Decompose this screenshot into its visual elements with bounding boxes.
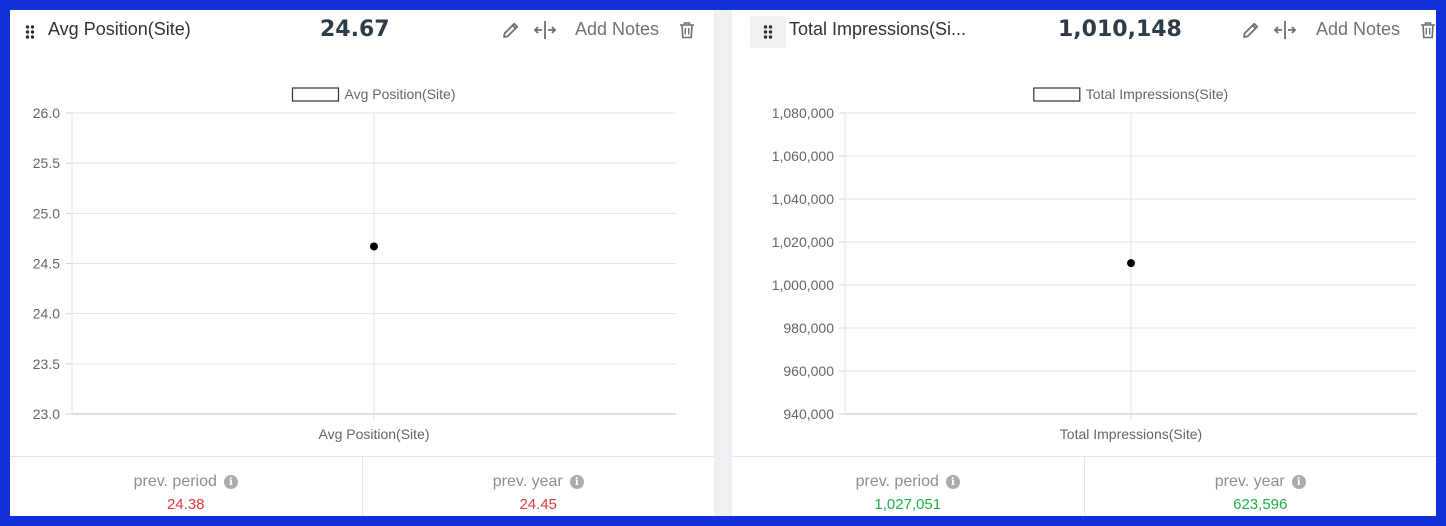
y-tick-label: 23.0 <box>33 406 60 422</box>
move-arrows-icon <box>1273 21 1297 39</box>
move-button[interactable] <box>1273 18 1297 42</box>
y-tick-label: 24.5 <box>33 256 60 272</box>
comparison-value: 1,027,051 <box>874 496 942 513</box>
delete-button[interactable] <box>1416 18 1436 42</box>
y-tick-label: 1,000,000 <box>772 277 834 293</box>
comparison-label: prev. year <box>492 473 563 490</box>
x-tick-label: Avg Position(Site) <box>318 426 429 442</box>
y-tick-label: 24.0 <box>33 306 60 322</box>
comparison-prev-period: prev. period i 1,027,051 <box>732 457 1084 516</box>
y-tick-label: 1,060,000 <box>772 148 834 164</box>
edit-button[interactable] <box>499 18 523 42</box>
delete-button[interactable] <box>675 18 699 42</box>
widget-footer: prev. period i 24.38 prev. year i 24.45 <box>10 456 714 516</box>
comparison-label: prev. year <box>1214 473 1285 490</box>
data-point <box>1127 259 1135 268</box>
info-icon[interactable]: i <box>945 475 960 489</box>
legend-label: Avg Position(Site) <box>344 86 455 102</box>
drag-dots-icon <box>763 25 773 39</box>
widget-header: Avg Position(Site) 24.67 Add Notes <box>10 10 714 48</box>
widget-header: Total Impressions(Si... 1,010,148 Add No… <box>732 10 1436 48</box>
y-tick-label: 960,000 <box>783 363 834 379</box>
comparison-prev-year: prev. year i 24.45 <box>361 457 715 516</box>
widget-title: Total Impressions(Si... <box>789 19 967 39</box>
widget-title: Avg Position(Site) <box>48 19 191 39</box>
add-notes-button[interactable]: Add Notes <box>1316 19 1400 40</box>
info-icon[interactable]: i <box>1291 475 1306 489</box>
comparison-value: 24.38 <box>166 496 205 513</box>
legend-swatch <box>1033 87 1081 102</box>
pencil-icon <box>503 22 519 38</box>
comparison-value: 623,596 <box>1233 496 1288 513</box>
y-tick-label: 1,020,000 <box>772 234 834 250</box>
edit-button[interactable] <box>1239 18 1263 42</box>
comparison-label: prev. period <box>855 473 939 490</box>
comparison-prev-period: prev. period i 24.38 <box>10 457 362 516</box>
add-notes-button[interactable]: Add Notes <box>575 19 659 40</box>
widget-value: 1,010,148 <box>1058 17 1182 42</box>
avg-position-chart: Avg Position(Site) 26.0 25.5 25.0 24.5 24.0 23… <box>33 86 676 442</box>
move-button[interactable] <box>533 18 557 42</box>
widget-card-total-impressions: Total Impressions(Si... 1,010,148 Add No… <box>732 10 1436 516</box>
widget-footer: prev. period i 1,027,051 prev. year i 62… <box>732 456 1436 516</box>
widget-card-avg-position: Avg Position(Site) 24.67 Add Notes Avg P… <box>10 10 714 516</box>
y-tick-label: 25.0 <box>33 205 60 221</box>
widget-value: 24.67 <box>320 17 390 42</box>
legend-label: Total Impressions(Site) <box>1086 86 1228 102</box>
pencil-icon <box>1243 22 1259 38</box>
drag-dots-icon <box>25 25 35 39</box>
drag-handle[interactable] <box>12 16 48 48</box>
y-tick-label: 25.5 <box>33 155 60 171</box>
dashboard-gutter <box>714 10 732 516</box>
comparison-value: 24.45 <box>519 496 558 513</box>
y-tick-label: 26.0 <box>33 105 60 121</box>
y-tick-label: 940,000 <box>783 406 834 422</box>
info-icon[interactable]: i <box>223 475 238 489</box>
trash-icon <box>1421 22 1435 39</box>
drag-handle[interactable] <box>750 16 786 48</box>
y-tick-label: 1,080,000 <box>772 105 834 121</box>
data-point <box>370 242 378 251</box>
x-tick-label: Total Impressions(Site) <box>1060 426 1202 442</box>
comparison-label: prev. period <box>133 473 217 490</box>
legend-swatch <box>291 87 340 102</box>
info-icon[interactable]: i <box>569 475 584 489</box>
total-impressions-chart: Total Impressions(Site) 1,080,000 1,060,00… <box>772 86 1417 442</box>
trash-icon <box>680 22 694 39</box>
y-tick-label: 1,040,000 <box>772 191 834 207</box>
comparison-prev-year: prev. year i 623,596 <box>1083 457 1437 516</box>
y-tick-label: 980,000 <box>783 320 834 336</box>
y-tick-label: 23.5 <box>33 356 60 372</box>
move-arrows-icon <box>533 21 557 39</box>
